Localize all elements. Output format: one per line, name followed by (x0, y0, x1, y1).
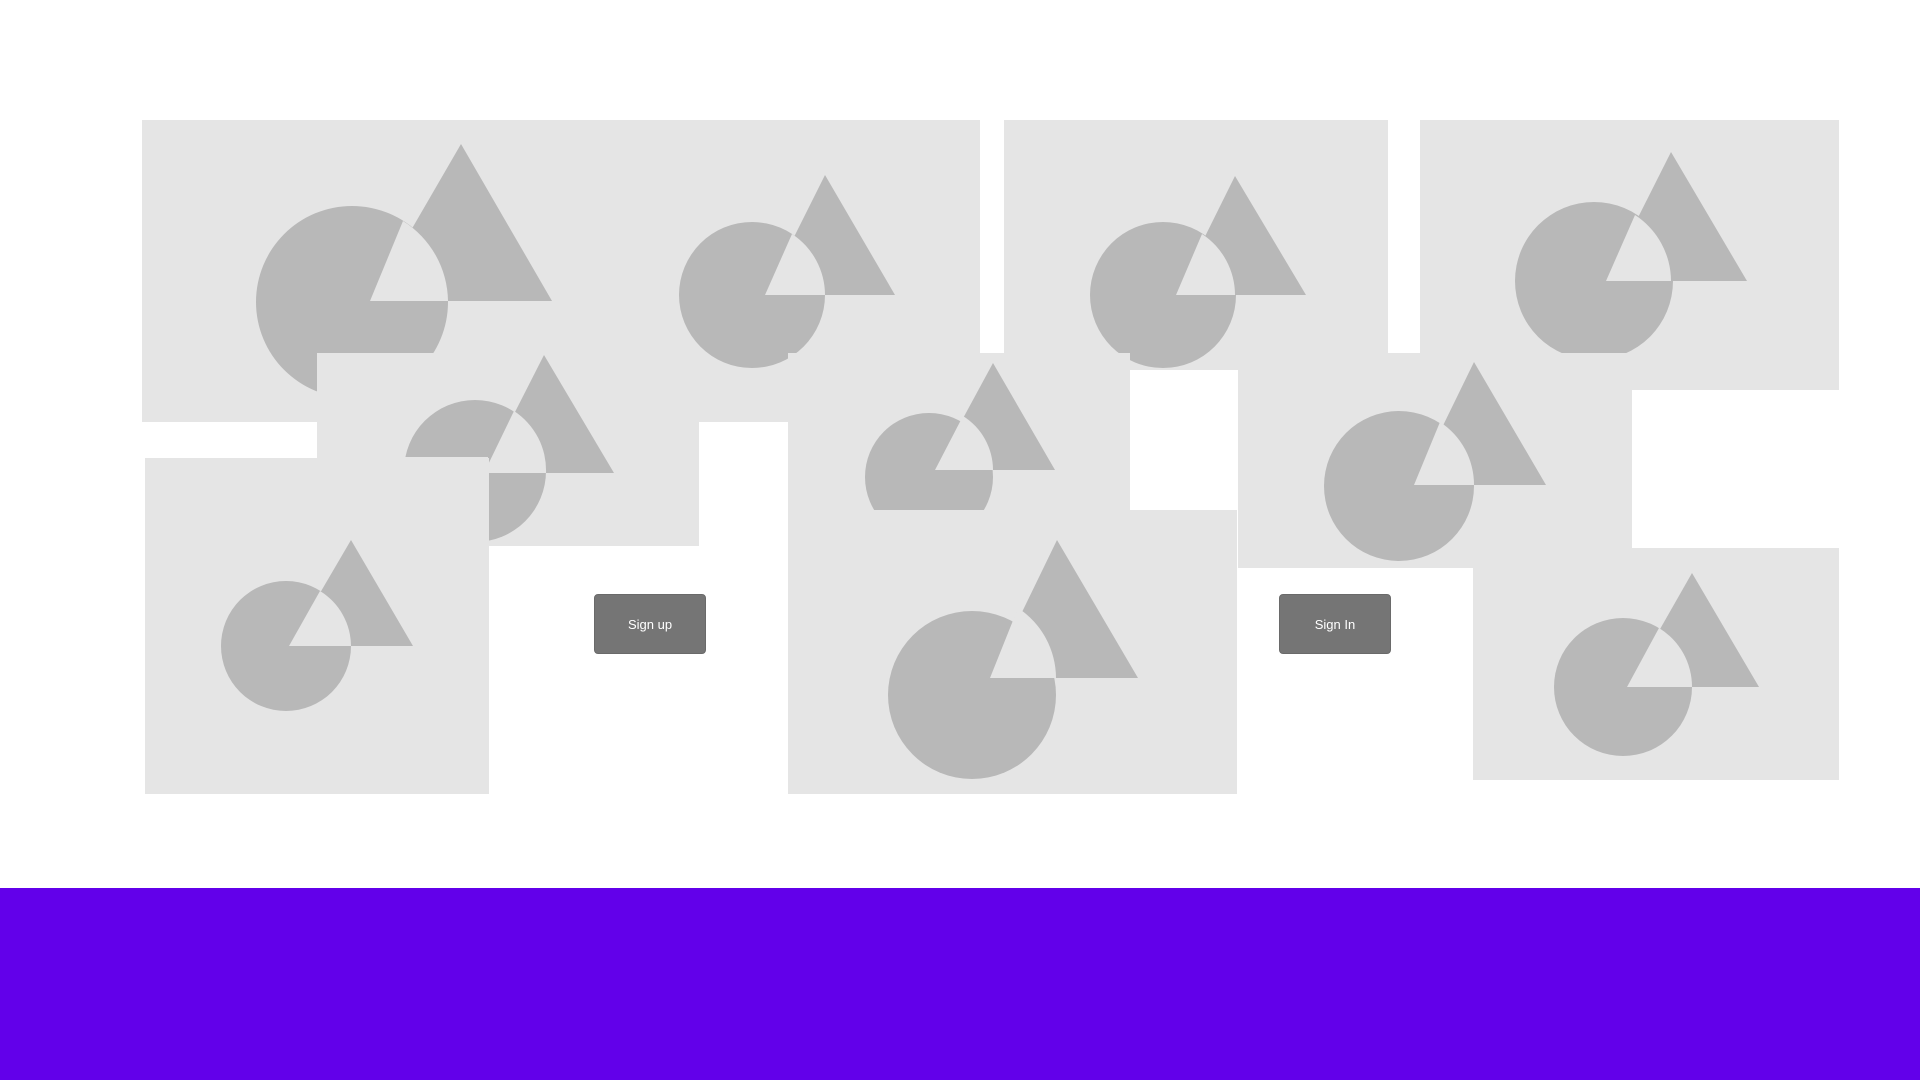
gap-4 (1632, 390, 1839, 548)
image-icon (679, 175, 895, 368)
gap-5 (980, 120, 1004, 353)
image-placeholder-4 (1420, 120, 1839, 390)
image-icon (221, 540, 413, 711)
image-placeholder-8 (145, 458, 489, 794)
image-icon (888, 540, 1138, 779)
image-icon (1554, 573, 1759, 756)
sign-in-button[interactable]: Sign In (1279, 594, 1391, 654)
gap-3 (1132, 422, 1237, 508)
image-icon (1515, 152, 1747, 360)
image-placeholder-3 (1004, 120, 1388, 370)
gap-1 (142, 422, 317, 458)
image-placeholder-6 (788, 353, 1130, 510)
gap-6 (1388, 120, 1420, 353)
image-icon (1090, 176, 1306, 368)
image-icon (865, 363, 1055, 510)
image-icon (1324, 362, 1546, 561)
image-placeholder-7 (1238, 353, 1632, 568)
gap-2 (699, 422, 788, 546)
image-placeholder-2 (560, 120, 980, 370)
footer (0, 888, 1920, 1080)
image-placeholder-10 (1473, 548, 1839, 780)
sign-up-button[interactable]: Sign up (594, 594, 706, 654)
image-placeholder-9 (788, 510, 1237, 794)
page: Sign up Sign In (0, 0, 1920, 1080)
